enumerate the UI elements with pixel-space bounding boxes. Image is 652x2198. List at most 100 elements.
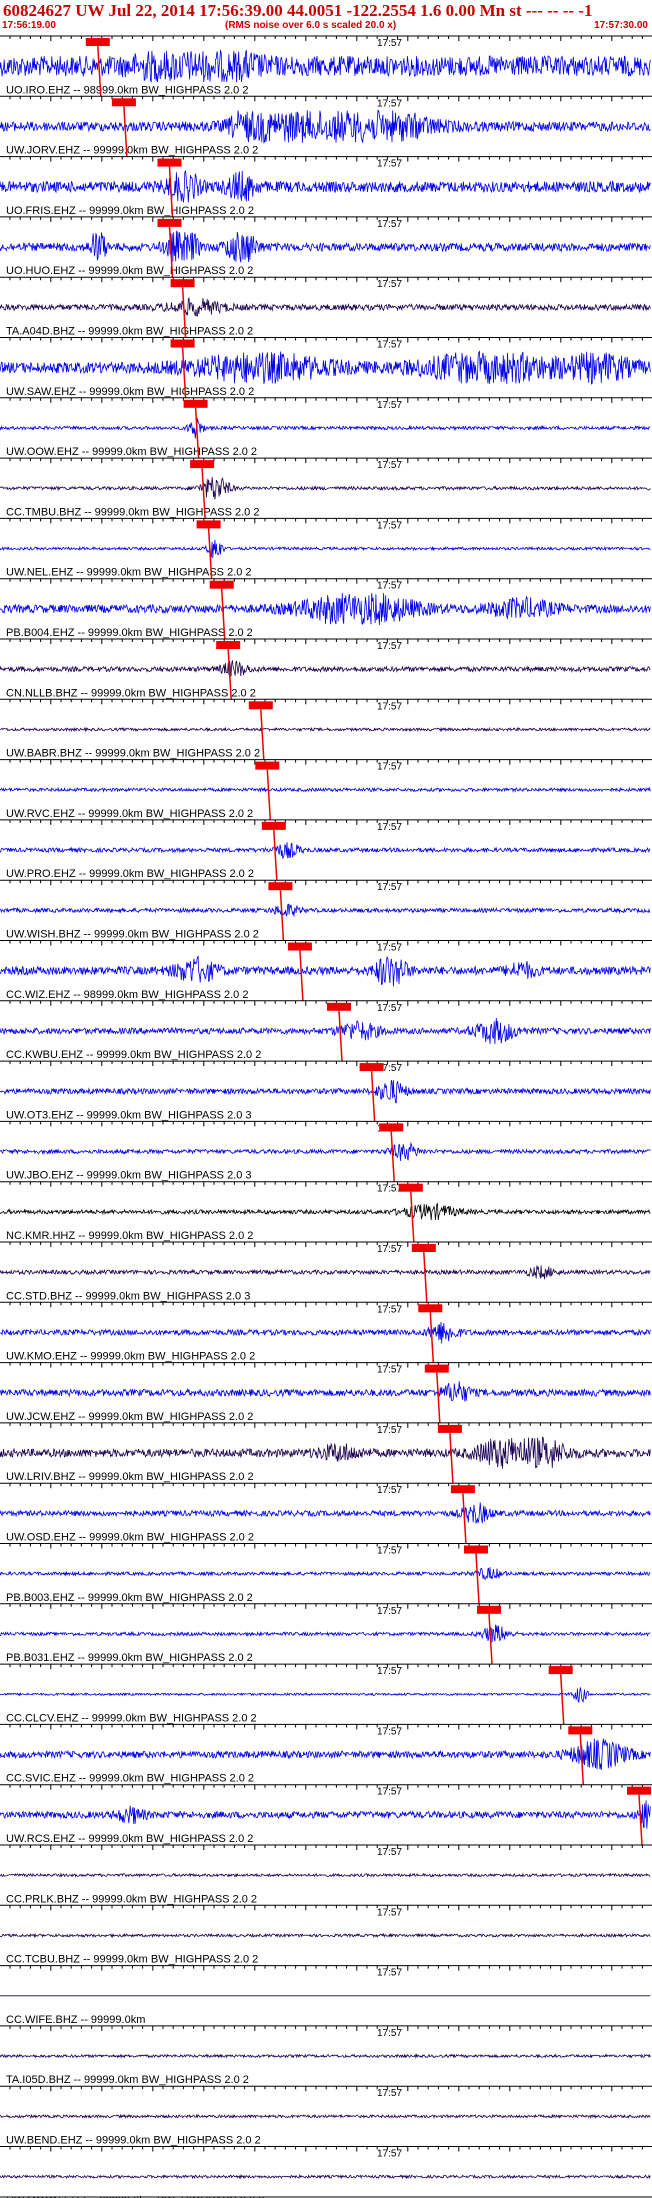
station-label: UW.NEL.EHZ -- 99999.0km BW_HIGHPASS 2.0 … xyxy=(6,567,252,579)
tick-label: 17:57 xyxy=(377,1003,402,1014)
waveform xyxy=(0,1381,651,1402)
trace-6: 17:57 UW.OOW.EHZ -- 99999.0km BW_HIGHPASS… xyxy=(0,397,652,459)
waveform xyxy=(0,418,651,439)
tick-label: 17:57 xyxy=(377,641,402,652)
pick-marker xyxy=(170,279,195,288)
station-label: UW.OT3.EHZ -- 99999.0km BW_HIGHPASS 2.0 … xyxy=(6,1109,252,1121)
pick-marker xyxy=(464,1545,488,1554)
waveform xyxy=(0,955,651,987)
tick-label: 17:57 xyxy=(377,1244,402,1255)
trace-0: 17:57 UO.IRO.EHZ -- 98999.0km BW_HIGHPASS… xyxy=(0,35,652,97)
trace-11: 17:57 UW.BABR.BHZ -- 99999.0km BW_HIGHPAS… xyxy=(0,698,652,760)
pick-marker xyxy=(261,821,286,830)
pick-marker xyxy=(411,1244,436,1252)
station-label: UW.KMO.EHZ -- 99999.0km BW_HIGHPASS 2.0 … xyxy=(6,1351,255,1363)
waveform xyxy=(0,109,651,144)
station-label: UW.JCW.EHZ -- 99999.0km BW_HIGHPASS 2.0 … xyxy=(6,1411,253,1423)
tick-label: 17:57 xyxy=(377,340,402,351)
pick-marker xyxy=(418,1304,443,1313)
pick-line xyxy=(429,1312,435,1363)
tick-label: 17:57 xyxy=(377,943,402,954)
pick-marker xyxy=(248,701,273,710)
waveform xyxy=(0,1687,651,1704)
pick-marker xyxy=(359,1063,384,1072)
pick-marker xyxy=(216,641,241,649)
trace-26: 17:57 PB.B031.EHZ -- 99999.0km BW_HIGHPAS… xyxy=(0,1603,652,1665)
station-label: UW.RCS.EHZ -- 99999.0km BW_HIGHPASS 2.0 … xyxy=(6,1833,253,1845)
tick-label: 17:57 xyxy=(377,1787,402,1798)
trace-8: 17:57 UW.NEL.EHZ -- 99999.0km BW_HIGHPASS… xyxy=(0,517,652,579)
station-label: UO.HUO.EHZ -- 99999.0km BW_HIGHPASS 2.0 … xyxy=(6,265,253,277)
pick-marker xyxy=(170,339,195,348)
station-label: UW.RVC.EHZ -- 99999.0km BW_HIGHPASS 2.0 … xyxy=(6,808,253,820)
station-label: UW.JORV.EHZ -- 99999.0km BW_HIGHPASS 2.0… xyxy=(6,145,258,157)
waveform xyxy=(0,1567,651,1581)
waveform xyxy=(0,1624,651,1643)
trace-16: 17:57 CC.KWBU.EHZ -- 99999.0km BW_HIGHPAS… xyxy=(0,1000,652,1062)
tick-label: 17:57 xyxy=(377,400,402,411)
trace-13: 17:57 UW.PRO.EHZ -- 99999.0km BW_HIGHPASS… xyxy=(0,819,652,881)
waveform xyxy=(0,1932,651,1939)
pick-marker xyxy=(477,1605,501,1614)
trace-35: 17:57UW.MOON.EHZ -- 99999.0km BW_HIGHPAS… xyxy=(0,2146,652,2198)
waveform xyxy=(0,2173,651,2180)
station-label: PB.B003.EHZ -- 99999.0km BW_HIGHPASS 2.0… xyxy=(6,1592,253,1604)
trace-21: 17:57 UW.KMO.EHZ -- 99999.0km BW_HIGHPASS… xyxy=(0,1301,652,1363)
trace-32: 17:57 CC.WIFE.BHZ -- 99999.0km xyxy=(0,1965,652,2026)
station-label: CC.TCBU.BHZ -- 99999.0km BW_HIGHPASS 2.0… xyxy=(6,1954,258,1966)
pick-line xyxy=(260,709,265,760)
pick-marker xyxy=(548,1666,573,1675)
waveform xyxy=(0,1800,651,1829)
pick-marker xyxy=(450,1485,475,1494)
station-label: UW.BEND.EHZ -- 99999.0km BW_HIGHPASS 2.0… xyxy=(6,2135,261,2147)
pick-line xyxy=(559,1674,565,1725)
station-label: UO.FRIS.EHZ -- 99999.0km BW_HIGHPASS 2.0… xyxy=(6,205,254,217)
tick-label: 17:57 xyxy=(377,98,402,109)
waveform xyxy=(0,1017,651,1045)
pick-marker xyxy=(424,1364,449,1373)
trace-27: 17:57 CC.CLCV.EHZ -- 99999.0km BW_HIGHPAS… xyxy=(0,1663,652,1725)
trace-22: 17:57 UW.JCW.EHZ -- 99999.0km BW_HIGHPASS… xyxy=(0,1362,652,1423)
pick-line xyxy=(390,1131,395,1182)
seismogram-plot: 17:57 UO.IRO.EHZ -- 98999.0km BW_HIGHPASS… xyxy=(0,35,652,2198)
waveform xyxy=(0,903,651,917)
station-label: UW.WISH.BHZ -- 99999.0km BW_HIGHPASS 2.0… xyxy=(6,929,259,941)
tick-label: 17:57 xyxy=(377,1666,402,1677)
waveform xyxy=(0,1502,651,1525)
station-label: UW.LRIV.BHZ -- 99999.0km BW_HIGHPASS 2.0… xyxy=(6,1471,254,1483)
trace-18: 17:57UW.JBO.EHZ -- 99999.0km BW_HIGHPASS… xyxy=(0,1120,652,1182)
pick-marker xyxy=(287,942,312,951)
tick-label: 17:57 xyxy=(377,882,402,893)
station-label: CC.WIFE.BHZ -- 99999.0km xyxy=(6,2014,145,2026)
waveform xyxy=(0,296,651,318)
trace-7: 17:57 CC.TMBU.BHZ -- 99999.0km BW_HIGHPAS… xyxy=(0,457,652,519)
pick-marker xyxy=(327,1002,351,1011)
waveform xyxy=(0,2053,651,2059)
waveform xyxy=(0,2113,651,2120)
pick-marker xyxy=(85,38,110,46)
waveform xyxy=(0,1321,651,1344)
tick-label: 17:57 xyxy=(377,1184,402,1195)
pick-marker xyxy=(196,520,221,529)
station-label: PB.B031.EHZ -- 99999.0km BW_HIGHPASS 2.0… xyxy=(6,1652,253,1664)
waveform xyxy=(0,49,651,84)
trace-28: 17:57 CC.SVIC.EHZ -- 99999.0km BW_HIGHPAS… xyxy=(0,1723,652,1785)
tick-label: 17:57 xyxy=(377,279,402,290)
pick-line xyxy=(273,829,278,881)
station-label: CC.KWBU.EHZ -- 99999.0km BW_HIGHPASS 2.0… xyxy=(6,1049,261,1061)
station-label: CC.SVIC.EHZ -- 99999.0km BW_HIGHPASS 2.0… xyxy=(6,1773,254,1785)
trace-29: 17:57 UW.RCS.EHZ -- 99999.0km BW_HIGHPASS… xyxy=(0,1784,652,1846)
tick-label: 17:57 xyxy=(377,520,402,531)
tick-label: 17:57 xyxy=(377,159,402,170)
pick-marker xyxy=(255,761,280,770)
trace-9: 17:57 PB.B004.EHZ -- 99999.0km BW_HIGHPAS… xyxy=(0,578,652,640)
tick-label: 17:57 xyxy=(377,1485,402,1496)
trace-15: 17:57 CC.WIZ.EHZ -- 98999.0km BW_HIGHPASS… xyxy=(0,940,652,1001)
station-label: UW.SAW.EHZ -- 99999.0km BW_HIGHPASS 2.0 … xyxy=(6,386,254,398)
trace-31: 17:57 CC.TCBU.BHZ -- 99999.0km BW_HIGHPAS… xyxy=(0,1904,652,1966)
waveform xyxy=(0,539,651,559)
tick-label: 17:57 xyxy=(377,1907,402,1918)
pick-line xyxy=(370,1071,376,1122)
waveform xyxy=(0,170,651,203)
station-label: CC.STD.BHZ -- 99999.0km BW_HIGHPASS 2.0 … xyxy=(6,1290,250,1302)
